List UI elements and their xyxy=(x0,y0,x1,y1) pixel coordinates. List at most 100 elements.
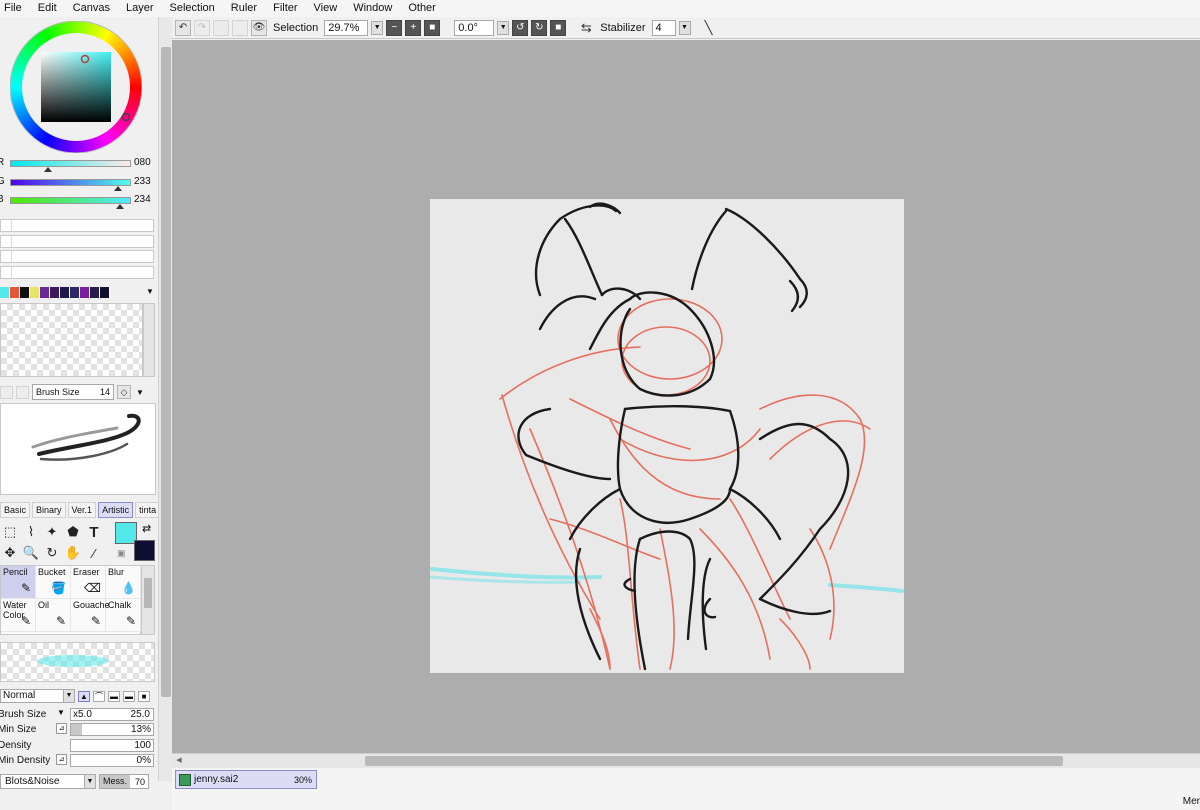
color-swatch[interactable] xyxy=(50,287,60,298)
rect-select-icon[interactable]: ⬚ xyxy=(0,522,20,542)
stabilizer-dropdown[interactable]: ▼ xyxy=(678,20,691,35)
undo-button[interactable]: ↶ xyxy=(175,19,191,36)
color-slot-row[interactable] xyxy=(0,250,154,263)
brush-blur[interactable]: Blur 💧 xyxy=(106,566,141,599)
texture-select[interactable]: Blots&Noise ▼ xyxy=(0,774,96,789)
stabilizer-field[interactable]: 4 xyxy=(651,19,676,36)
rotate-ccw-button[interactable]: ↺ xyxy=(512,19,529,36)
color-slot-row[interactable] xyxy=(0,235,154,248)
min-density-param[interactable]: Min Density ⊿ 0% xyxy=(0,754,158,768)
pressure-icon[interactable]: ⊿ xyxy=(56,723,67,734)
green-slider[interactable]: G 233 xyxy=(0,176,158,191)
color-swatch[interactable] xyxy=(70,287,80,298)
scroll-left-icon[interactable]: ◀ xyxy=(174,756,184,766)
menu-other[interactable]: Other xyxy=(402,0,446,17)
brush-lock-icon[interactable]: ◇ xyxy=(117,385,131,399)
zoom-field[interactable]: 29.7% xyxy=(324,19,369,36)
scroll-thumb[interactable] xyxy=(365,756,1063,766)
brush-chalk[interactable]: Chalk ✎ xyxy=(106,599,141,632)
default-colors-icon[interactable]: ▣ xyxy=(117,548,126,559)
menu-edit[interactable]: Edit xyxy=(32,0,67,17)
brush-water-color[interactable]: Water Color ✎ xyxy=(1,599,36,632)
color-swatch[interactable] xyxy=(100,287,110,298)
preset-tab-artistic[interactable]: Artistic xyxy=(98,502,134,518)
preset-tab-binary[interactable]: Binary xyxy=(32,502,66,518)
brush-eraser[interactable]: Eraser ⌫ xyxy=(71,566,106,599)
canvas-area[interactable] xyxy=(172,40,1200,753)
text-tool-icon[interactable]: T xyxy=(84,522,104,542)
blend-mode-dropdown[interactable]: ▼ xyxy=(63,689,75,703)
line-tool-icon[interactable]: ╲ xyxy=(701,20,717,36)
pressure-icon[interactable]: ⊿ xyxy=(56,754,67,765)
rotate-reset-button[interactable]: ■ xyxy=(550,19,567,36)
rotation-dropdown[interactable]: ▼ xyxy=(497,20,510,35)
zoom-in-button[interactable]: + xyxy=(405,19,422,36)
color-swatch[interactable] xyxy=(40,287,50,298)
flip-icon[interactable]: ⇆ xyxy=(578,20,594,36)
color-slot-row[interactable] xyxy=(0,266,154,279)
density-param[interactable]: Density 100 xyxy=(0,739,158,753)
preset-tab-ver1[interactable]: Ver.1 xyxy=(67,502,97,518)
redo-button[interactable]: ↷ xyxy=(194,19,210,36)
texture-dropdown[interactable]: ▼ xyxy=(84,774,96,789)
brush-shape-icon[interactable]: ⌒ xyxy=(93,690,105,702)
preset-tab-basic[interactable]: Basic xyxy=(0,502,31,518)
zoom-out-button[interactable]: − xyxy=(386,19,403,36)
menu-view[interactable]: View xyxy=(308,0,348,17)
deselect-button[interactable] xyxy=(213,19,229,36)
menu-filter[interactable]: Filter xyxy=(267,0,307,17)
move-icon[interactable]: ✥ xyxy=(0,543,20,563)
texture-strength-field[interactable]: Mess. 70 xyxy=(99,774,149,789)
swap-colors-icon[interactable]: ⇄ xyxy=(142,522,151,535)
menu-selection[interactable]: Selection xyxy=(164,0,225,17)
brush-pencil[interactable]: Pencil ✎ xyxy=(1,566,36,599)
brush-shape-icon[interactable]: ▲ xyxy=(78,690,90,702)
brush-next-button[interactable] xyxy=(16,385,29,399)
preset-tab-tinta[interactable]: tinta xyxy=(135,502,158,518)
color-swatch[interactable] xyxy=(90,287,100,298)
scratch-pad[interactable] xyxy=(0,303,143,377)
rotate-icon[interactable]: ↻ xyxy=(42,543,62,563)
brush-menu-icon[interactable]: ▼ xyxy=(136,388,144,397)
rotation-field[interactable]: 0.0° xyxy=(454,19,495,36)
zoom-icon[interactable]: 🔍 xyxy=(21,543,41,563)
menu-canvas[interactable]: Canvas xyxy=(67,0,120,17)
canvas-horizontal-scrollbar[interactable]: ◀ xyxy=(172,753,1200,768)
color-wheel[interactable] xyxy=(9,20,143,154)
swatch-menu-icon[interactable]: ▼ xyxy=(146,287,154,296)
menu-window[interactable]: Window xyxy=(347,0,402,17)
background-color[interactable] xyxy=(134,540,155,561)
min-size-param[interactable]: Min Size ⊿ 13% xyxy=(0,723,158,737)
color-swatch[interactable] xyxy=(60,287,70,298)
rotate-cw-button[interactable]: ↻ xyxy=(531,19,548,36)
brush-size-param[interactable]: Brush Size ▼ x5.0 25.0 xyxy=(0,708,158,722)
scratch-scrollbar[interactable] xyxy=(143,303,155,377)
zoom-dropdown[interactable]: ▼ xyxy=(371,20,384,35)
lasso-icon[interactable]: ⌇ xyxy=(21,522,41,542)
brush-prev-button[interactable] xyxy=(0,385,13,399)
color-swatch[interactable] xyxy=(10,287,20,298)
brush-shape-icon[interactable]: ■ xyxy=(138,690,150,702)
brush-list-scrollbar[interactable] xyxy=(141,565,155,635)
zoom-reset-button[interactable]: ■ xyxy=(424,19,441,36)
hand-icon[interactable]: ✋ xyxy=(63,543,83,563)
brush-bucket[interactable]: Bucket 🪣 xyxy=(36,566,71,599)
color-swatch[interactable] xyxy=(80,287,90,298)
blend-mode-select[interactable]: Normal ▼ xyxy=(0,689,75,703)
color-slot-row[interactable] xyxy=(0,219,154,232)
color-swatch[interactable] xyxy=(0,287,10,298)
red-slider[interactable]: R 080 xyxy=(0,157,158,172)
eye-icon[interactable]: 👁 xyxy=(251,19,267,36)
color-swatch[interactable] xyxy=(20,287,30,298)
brush-oil[interactable]: Oil ✎ xyxy=(36,599,71,632)
magic-wand-icon[interactable]: ✦ xyxy=(42,522,62,542)
menu-layer[interactable]: Layer xyxy=(120,0,164,17)
left-panel-scrollbar[interactable] xyxy=(158,17,172,781)
brush-shape-icon[interactable]: ▬ xyxy=(123,690,135,702)
menu-file[interactable]: File xyxy=(0,0,32,17)
eyedropper-icon[interactable]: ⁄ xyxy=(84,543,104,563)
shape-icon[interactable]: ⬟ xyxy=(63,522,83,542)
invert-selection-button[interactable] xyxy=(232,19,248,36)
document-tab[interactable]: jenny.sai2 30% xyxy=(175,770,317,789)
color-swatch[interactable] xyxy=(30,287,40,298)
